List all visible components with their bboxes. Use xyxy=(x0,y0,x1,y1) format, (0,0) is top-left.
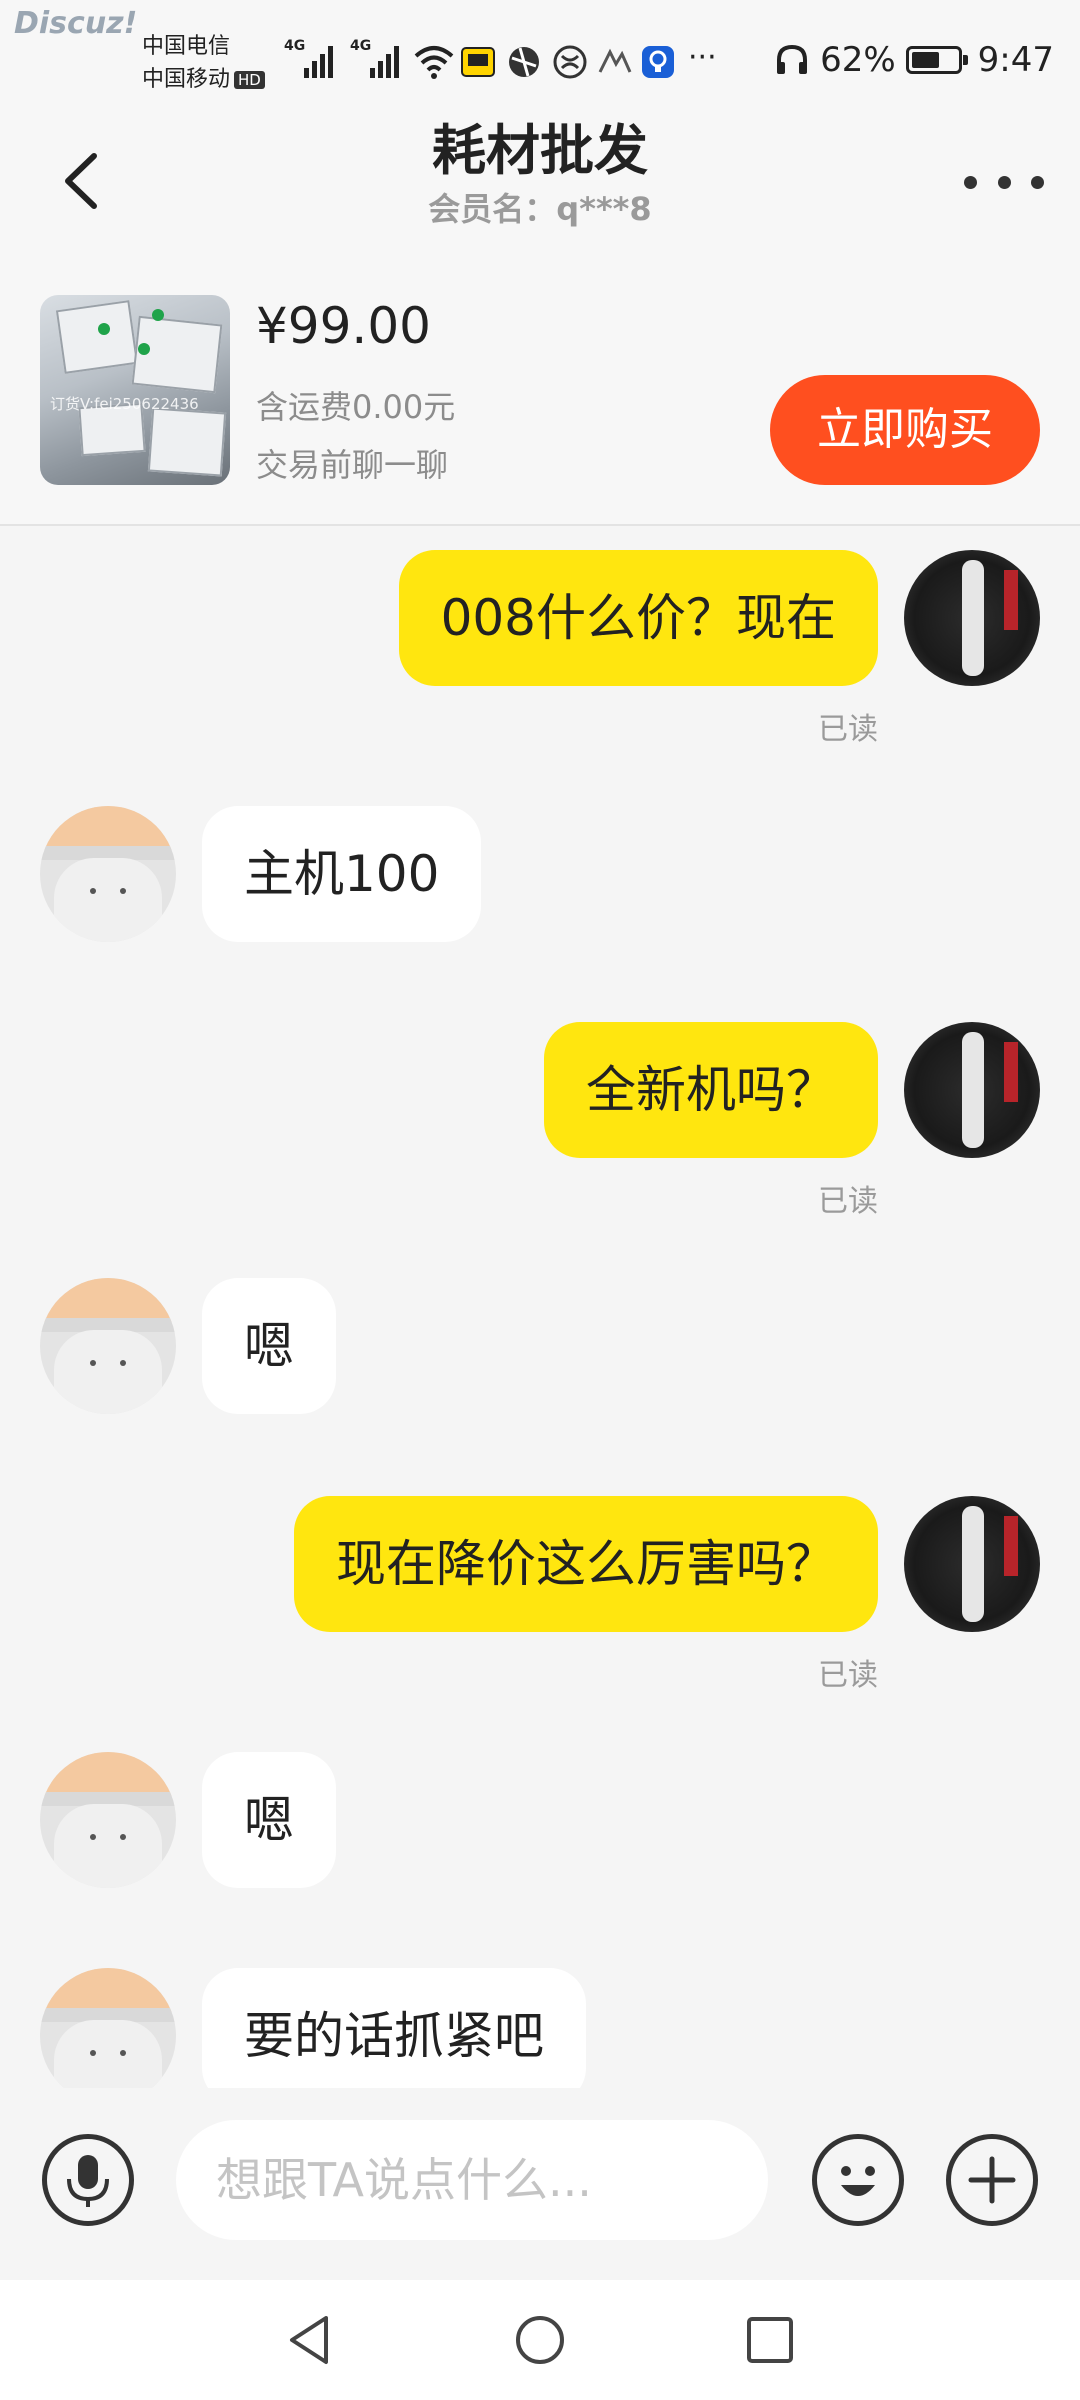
seller-avatar[interactable] xyxy=(40,806,176,942)
my-message-bubble[interactable]: 全新机吗？ xyxy=(544,1022,878,1158)
browser-icon xyxy=(509,47,539,77)
globe-icon xyxy=(553,45,587,79)
read-status: 已读 xyxy=(818,1658,878,1693)
dot-icon xyxy=(1031,175,1044,189)
headphones-icon xyxy=(777,44,808,74)
battery-level xyxy=(911,52,939,68)
emoji-icon[interactable] xyxy=(812,2134,904,2226)
hd-badge: HD xyxy=(234,71,265,89)
carrier-1: 中国电信 xyxy=(142,34,231,59)
watermark: Discuz! xyxy=(14,6,138,41)
more-status-icon: ··· xyxy=(688,40,717,75)
thumb-box xyxy=(147,407,227,477)
message-input[interactable] xyxy=(176,2120,768,2240)
clock: 9:47 xyxy=(977,40,1054,80)
read-status: 已读 xyxy=(818,1184,878,1219)
product-thumbnail[interactable]: 订货V:fei250622436 xyxy=(40,295,230,485)
more-options-button[interactable] xyxy=(964,162,1044,202)
app-notification-icon xyxy=(461,47,495,77)
seller-avatar[interactable] xyxy=(40,1968,176,2088)
system-nav-bar xyxy=(0,2280,1080,2400)
signal-icon-1: 4G xyxy=(284,38,340,80)
my-avatar[interactable] xyxy=(904,1022,1040,1158)
battery-percent: 62% xyxy=(820,40,896,80)
seller-avatar[interactable] xyxy=(40,1752,176,1888)
carrier-info: 中国电信 中国移动 HD xyxy=(142,30,265,96)
product-card[interactable]: 订货V:fei250622436 ¥99.00 含运费0.00元 交易前聊一聊 … xyxy=(0,242,1080,526)
status-bar: Discuz! 中国电信 中国移动 HD 4G 4G ··· 62% 9:47 xyxy=(0,0,1080,120)
shipping-info: 含运费0.00元 xyxy=(256,388,456,426)
my-message-bubble[interactable]: 现在降价这么厉害吗？ xyxy=(294,1496,878,1632)
seller-message-bubble[interactable]: 要的话抓紧吧 xyxy=(202,1968,586,2088)
thumb-dot xyxy=(98,323,110,335)
plus-icon[interactable] xyxy=(946,2134,1038,2226)
input-bar xyxy=(0,2088,1080,2280)
thumb-dot xyxy=(138,343,150,355)
dot-icon xyxy=(997,175,1011,189)
page-title: 耗材批发 xyxy=(432,119,648,182)
signal-2-label: 4G xyxy=(350,38,372,54)
status-right: 62% 9:47 xyxy=(774,40,1054,80)
thumb-watermark: 订货V:fei250622436 xyxy=(50,395,199,413)
my-avatar[interactable] xyxy=(904,550,1040,686)
seller-avatar[interactable] xyxy=(40,1278,176,1414)
signal-1-label: 4G xyxy=(284,38,306,54)
wifi-icon xyxy=(414,46,454,79)
my-message-bubble[interactable]: 008什么价？现在 xyxy=(398,550,878,686)
my-avatar[interactable] xyxy=(904,1496,1040,1632)
seller-message-bubble[interactable]: 主机100 xyxy=(202,806,482,942)
member-name: 会员名：q***8 xyxy=(428,190,652,228)
seller-message-bubble[interactable]: 嗯 xyxy=(202,1278,336,1414)
product-price: ¥99.00 xyxy=(256,297,431,355)
thumb-dot xyxy=(152,309,164,321)
buy-now-button[interactable]: 立即购买 xyxy=(770,375,1040,485)
bulb-icon xyxy=(642,46,674,78)
chat-header: 耗材批发 会员名：q***8 xyxy=(0,120,1080,242)
seller-message-bubble[interactable]: 嗯 xyxy=(202,1752,336,1888)
signal-icon-2: 4G xyxy=(350,38,406,80)
app-icon xyxy=(598,48,632,73)
nav-recents-icon[interactable] xyxy=(740,2310,800,2370)
chat-list[interactable]: 008什么价？现在 已读 主机100 全新机吗？ 已读 嗯 现在降价这么厉害吗？… xyxy=(0,526,1080,2088)
microphone-icon[interactable] xyxy=(42,2134,134,2226)
nav-back-icon[interactable] xyxy=(280,2310,340,2370)
read-status: 已读 xyxy=(818,712,878,747)
carrier-2: 中国移动 xyxy=(142,67,231,92)
dot-icon xyxy=(964,175,977,189)
battery-icon xyxy=(905,46,968,74)
nav-home-icon[interactable] xyxy=(510,2310,570,2370)
chat-hint: 交易前聊一聊 xyxy=(256,446,449,484)
thumb-box xyxy=(55,300,139,374)
